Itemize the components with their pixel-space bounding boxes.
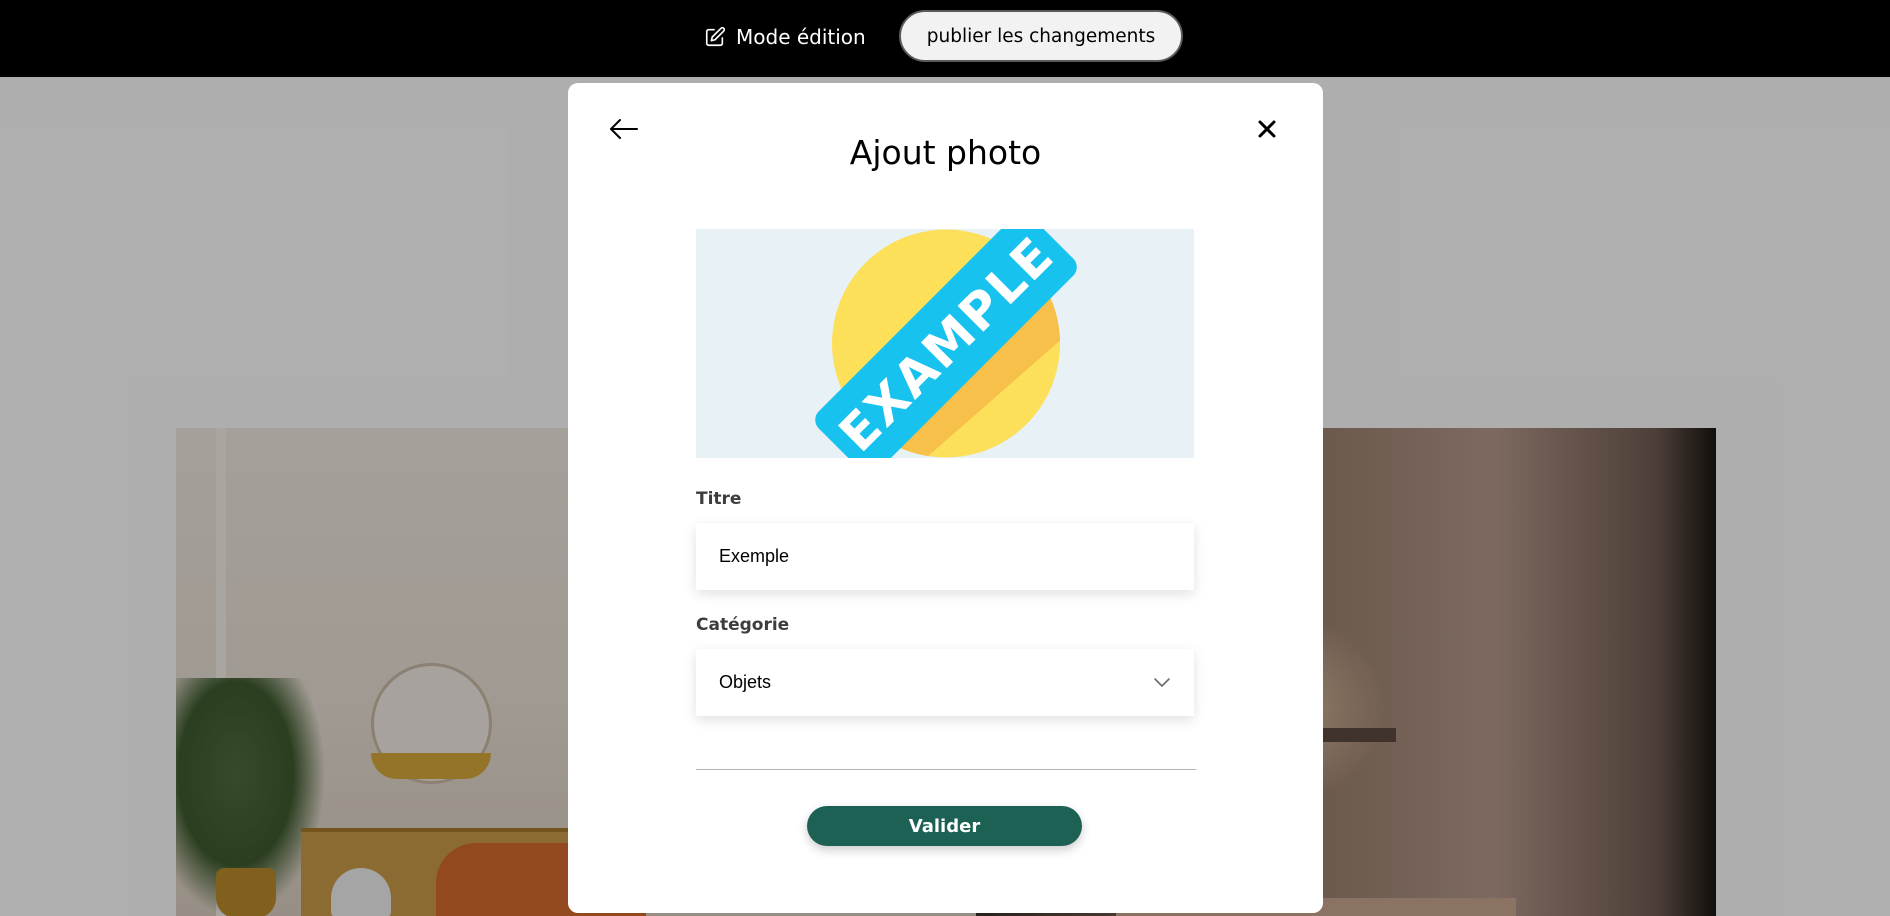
title-input[interactable] — [696, 523, 1194, 590]
page: Mode édition publier les changements Ajo… — [0, 0, 1890, 916]
category-select[interactable]: Objets — [696, 649, 1194, 716]
form-divider — [696, 769, 1196, 770]
validate-button[interactable]: Valider — [807, 806, 1082, 846]
edit-mode-indicator: Mode édition — [704, 22, 866, 52]
chevron-down-icon — [1153, 672, 1171, 693]
title-field-label: Titre — [696, 489, 742, 509]
photo-preview: EXAMPLE — [696, 229, 1194, 458]
edit-icon — [704, 26, 726, 48]
category-field-label: Catégorie — [696, 615, 790, 635]
publish-changes-button[interactable]: publier les changements — [899, 10, 1183, 62]
category-selected-value: Objets — [719, 672, 772, 692]
modal-title: Ajout photo — [849, 133, 1042, 172]
edit-mode-label: Mode édition — [736, 25, 866, 49]
add-photo-modal: Ajout photo EXAMPLE Titre Caté — [568, 83, 1323, 913]
edit-mode-bar: Mode édition publier les changements — [0, 0, 1890, 77]
